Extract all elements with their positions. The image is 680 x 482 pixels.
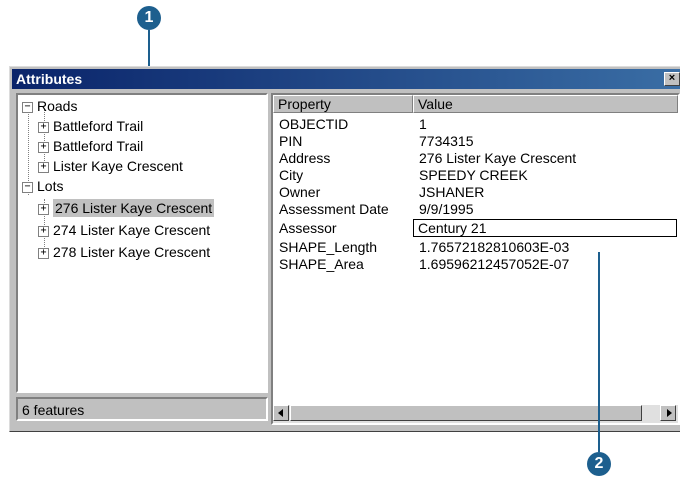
property-name: OBJECTID — [279, 116, 349, 132]
property-name: PIN — [279, 133, 303, 149]
tree-item-label: Battleford Trail — [53, 118, 144, 134]
tree-item-label: 274 Lister Kaye Crescent — [53, 222, 211, 238]
property-value[interactable]: JSHANER — [419, 184, 484, 200]
collapse-icon[interactable]: − — [22, 181, 33, 193]
property-value[interactable]: SPEEDY CREEK — [419, 167, 528, 183]
scroll-right-button[interactable] — [660, 405, 676, 421]
horizontal-scrollbar[interactable] — [273, 405, 678, 423]
tree-item-label: 278 Lister Kaye Crescent — [53, 244, 211, 260]
tree-item[interactable]: + Battleford Trail — [38, 137, 143, 155]
property-name: Assessor — [279, 220, 337, 236]
property-name: SHAPE_Area — [279, 256, 364, 272]
tree-group-roads[interactable]: − Roads — [22, 97, 77, 115]
callout-2-leader — [598, 252, 600, 452]
tree-item[interactable]: +278 Lister Kaye Crescent — [38, 243, 210, 261]
expand-icon[interactable]: + — [38, 225, 49, 237]
tree-item-label: Battleford Trail — [53, 138, 144, 154]
column-header-value[interactable]: Value — [413, 95, 678, 113]
property-value[interactable]: 1.69596212457052E-07 — [419, 256, 569, 272]
property-name: Assessment Date — [279, 201, 389, 217]
property-name: SHAPE_Length — [279, 239, 378, 255]
tree-item-label: 276 Lister Kaye Crescent — [53, 199, 215, 217]
close-icon[interactable]: × — [664, 72, 680, 86]
property-value: Century 21 — [418, 220, 487, 236]
property-value[interactable]: 1.76572182810603E-03 — [419, 239, 569, 255]
column-header-property[interactable]: Property — [273, 95, 413, 113]
tree-group-lots[interactable]: − Lots — [22, 177, 63, 195]
property-value[interactable]: 1 — [419, 116, 427, 132]
property-value[interactable]: 276 Lister Kaye Crescent — [419, 150, 576, 166]
window-title: Attributes — [16, 71, 83, 87]
tree-item-label: Lister Kaye Crescent — [53, 158, 183, 174]
attributes-window: Attributes × − Roads + Battleford Trail + B… — [9, 66, 680, 432]
tree-group-label: Roads — [37, 98, 78, 114]
property-name: Owner — [279, 184, 321, 200]
property-name: City — [279, 167, 304, 183]
arrow-left-icon — [278, 409, 283, 417]
feature-count: 6 features — [22, 402, 85, 418]
callout-1: 1 — [137, 6, 161, 30]
title-bar[interactable]: Attributes × — [12, 69, 680, 89]
expand-icon[interactable]: + — [38, 203, 49, 215]
property-value[interactable]: 7734315 — [419, 133, 474, 149]
feature-tree[interactable]: − Roads + Battleford Trail + Battleford Tra… — [16, 93, 268, 393]
expand-icon[interactable]: + — [38, 161, 49, 173]
tree-group-label: Lots — [37, 178, 64, 194]
property-value[interactable]: 9/9/1995 — [419, 201, 474, 217]
collapse-icon[interactable]: − — [22, 101, 33, 113]
tree-item[interactable]: + Lister Kaye Crescent — [38, 157, 183, 175]
expand-icon[interactable]: + — [38, 141, 49, 153]
assessor-edit-field[interactable]: Century 21 — [413, 219, 677, 237]
expand-icon[interactable]: + — [38, 121, 49, 133]
tree-item[interactable]: +274 Lister Kaye Crescent — [38, 221, 210, 239]
property-name: Address — [279, 150, 331, 166]
scroll-left-button[interactable] — [273, 405, 289, 421]
tree-item-selected[interactable]: +276 Lister Kaye Crescent — [38, 199, 215, 217]
callout-2: 2 — [587, 452, 611, 476]
tree-item[interactable]: + Battleford Trail — [38, 117, 143, 135]
status-bar: 6 features — [16, 397, 268, 421]
arrow-right-icon — [667, 409, 672, 417]
property-grid[interactable]: Property Value OBJECTID 1 PIN 7734315 Ad… — [271, 93, 680, 425]
expand-icon[interactable]: + — [38, 247, 49, 259]
scroll-thumb[interactable] — [290, 405, 642, 421]
